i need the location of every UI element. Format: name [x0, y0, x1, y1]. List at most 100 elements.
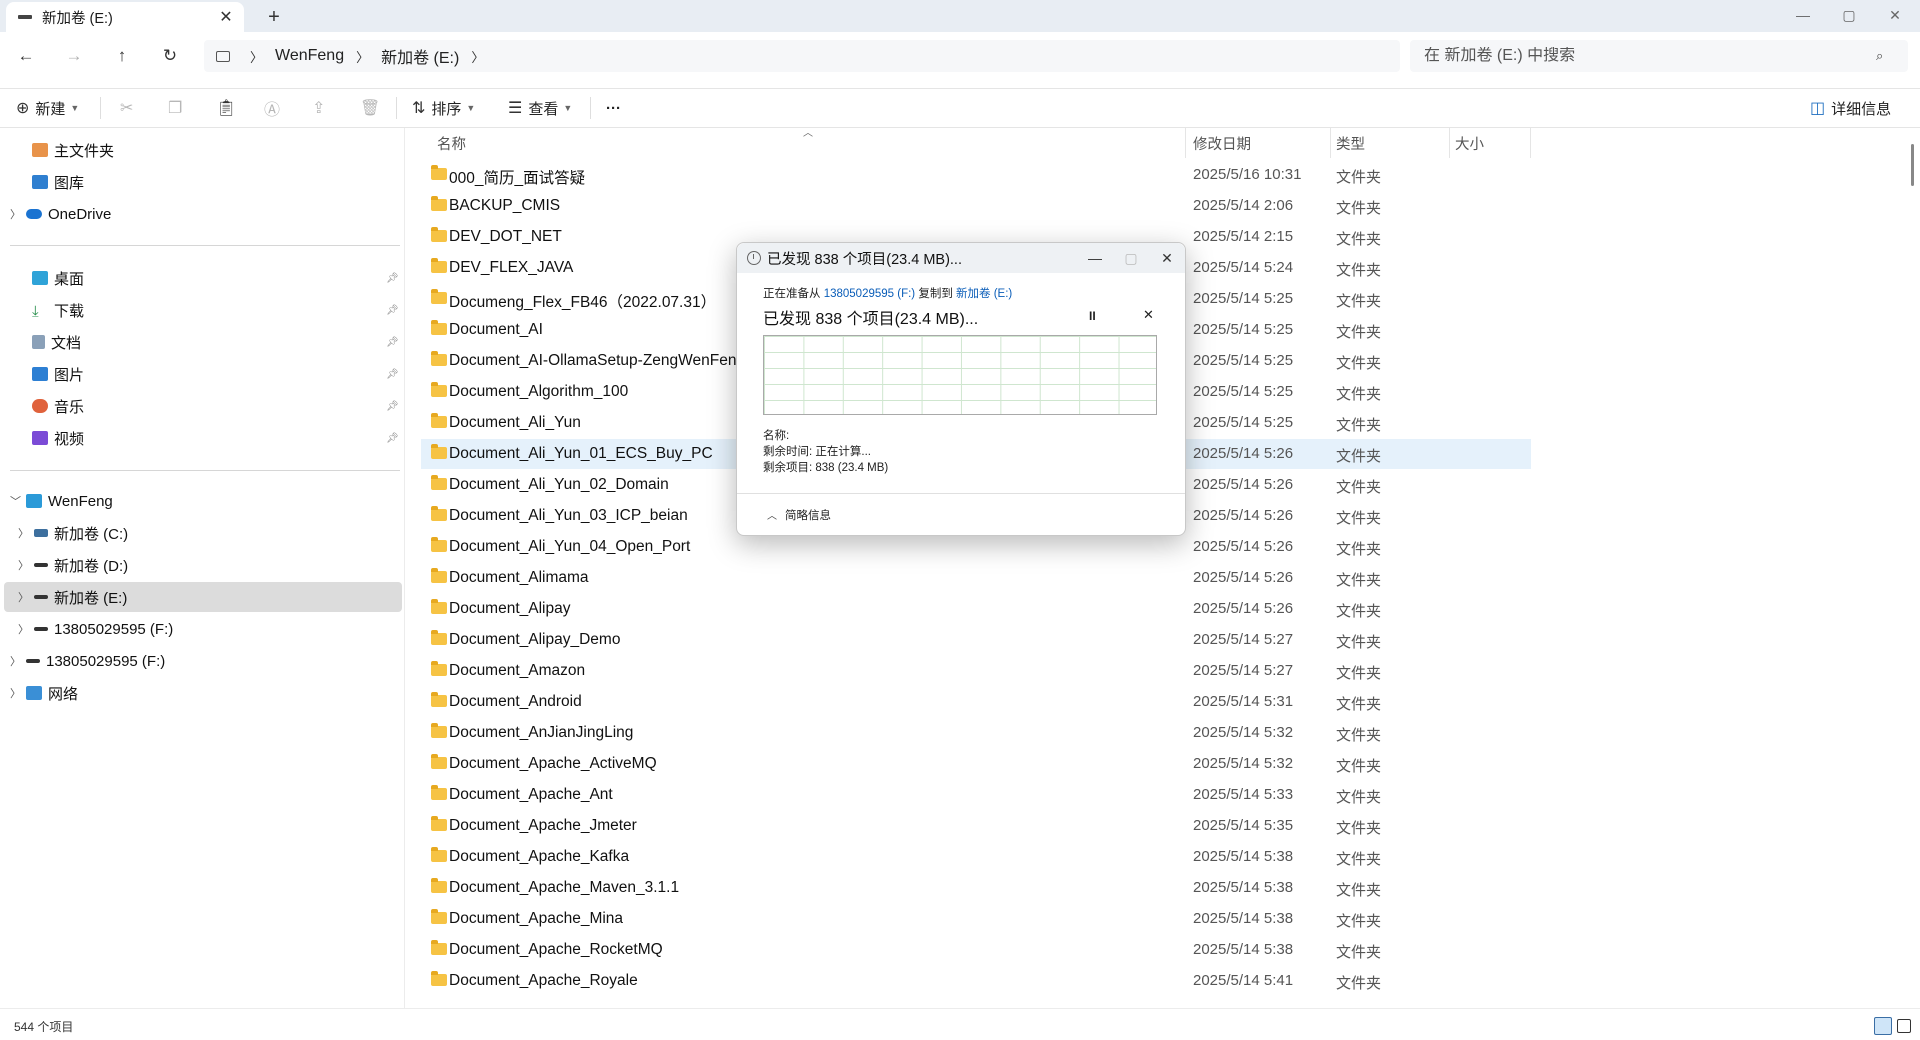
- tab-close-button[interactable]: ✕: [214, 5, 238, 29]
- less-details-button[interactable]: ︿ 简略信息: [767, 507, 831, 523]
- chevron-right-icon[interactable]: 〉: [18, 621, 34, 637]
- details-pane-button[interactable]: ◫ 详细信息: [1810, 89, 1891, 127]
- table-row[interactable]: BACKUP_CMIS 2025/5/14 2:06 文件夹: [421, 191, 1531, 221]
- column-header-size[interactable]: 大小: [1455, 128, 1525, 158]
- sidebar-item-drive-e[interactable]: 〉 新加卷 (E:): [18, 582, 127, 612]
- cancel-copy-button[interactable]: ✕: [1143, 307, 1154, 323]
- table-row[interactable]: 000_简历_面试答疑 2025/5/16 10:31 文件夹: [421, 160, 1531, 190]
- sidebar-item-removable-f[interactable]: 〉 13805029595 (F:): [10, 646, 165, 676]
- pin-icon[interactable]: 📌︎: [386, 401, 399, 412]
- table-row[interactable]: Document_Apache_Jmeter 2025/5/14 5:35 文件夹: [421, 811, 1531, 841]
- chevron-right-icon[interactable]: 〉: [18, 589, 34, 605]
- up-button[interactable]: ↑: [106, 40, 138, 72]
- table-row[interactable]: Document_Apache_RocketMQ 2025/5/14 5:38 文件…: [421, 935, 1531, 965]
- more-options-button[interactable]: ···: [606, 89, 621, 127]
- destination-link[interactable]: 新加卷 (E:): [956, 288, 1012, 300]
- dialog-close-button[interactable]: ✕: [1149, 243, 1185, 273]
- rename-button[interactable]: Ⓐ: [264, 89, 286, 127]
- table-row[interactable]: Document_Amazon 2025/5/14 5:27 文件夹: [421, 656, 1531, 686]
- sidebar-item-onedrive[interactable]: 〉 OneDrive: [10, 199, 111, 229]
- table-row[interactable]: Document_Apache_Maven_3.1.1 2025/5/14 5:3…: [421, 873, 1531, 903]
- sidebar-item-home[interactable]: 主文件夹: [16, 135, 114, 165]
- table-row[interactable]: Document_AnJianJingLing 2025/5/14 5:32 文件夹: [421, 718, 1531, 748]
- pause-button[interactable]: II: [1089, 309, 1096, 323]
- table-row[interactable]: Document_Apache_ActiveMQ 2025/5/14 5:32 文件…: [421, 749, 1531, 779]
- table-row[interactable]: Document_Alipay 2025/5/14 5:26 文件夹: [421, 594, 1531, 624]
- search-input[interactable]: [1424, 47, 1876, 65]
- dialog-minimize-button[interactable]: —: [1077, 243, 1113, 273]
- pin-icon[interactable]: 📌︎: [386, 369, 399, 380]
- cut-button[interactable]: ✂: [120, 89, 139, 127]
- column-divider[interactable]: [1530, 128, 1531, 158]
- sidebar-item-music[interactable]: 音乐 📌︎: [16, 391, 416, 421]
- sidebar-item-videos[interactable]: 视频 📌︎: [16, 423, 416, 453]
- sort-button[interactable]: ⇅ 排序 ▼: [412, 89, 475, 127]
- delete-button[interactable]: 🗑︎: [360, 89, 386, 127]
- close-window-button[interactable]: ✕: [1872, 0, 1918, 30]
- column-divider[interactable]: [1330, 128, 1331, 158]
- modified-date: 2025/5/14 5:35: [1193, 817, 1294, 834]
- minimize-button[interactable]: —: [1780, 0, 1826, 30]
- search-icon[interactable]: ⌕: [1876, 48, 1896, 64]
- file-name: Document_Ali_Yun_01_ECS_Buy_PC: [449, 445, 713, 462]
- sidebar-item-drive-c[interactable]: 〉 新加卷 (C:): [18, 518, 128, 548]
- chevron-right-icon[interactable]: 〉: [10, 653, 26, 669]
- sidebar-item-drive-f[interactable]: 〉 13805029595 (F:): [18, 614, 173, 644]
- sidebar-item-pictures[interactable]: 图片 📌︎: [16, 359, 416, 389]
- column-header-date[interactable]: 修改日期: [1193, 128, 1328, 158]
- breadcrumb[interactable]: 〉 WenFeng 〉 新加卷 (E:) 〉: [204, 40, 1400, 72]
- refresh-button[interactable]: ↻: [154, 40, 186, 72]
- dialog-maximize-button[interactable]: ▢: [1113, 243, 1149, 273]
- table-row[interactable]: Document_Android 2025/5/14 5:31 文件夹: [421, 687, 1531, 717]
- sidebar-item-documents[interactable]: 文档 📌︎: [16, 327, 416, 357]
- back-button[interactable]: ←: [10, 40, 42, 72]
- breadcrumb-item[interactable]: 新加卷 (E:): [381, 44, 459, 68]
- tiles-view-button[interactable]: [1897, 1019, 1911, 1033]
- chevron-right-icon[interactable]: 〉: [18, 525, 34, 541]
- chevron-down-icon[interactable]: ﹀: [10, 493, 26, 509]
- copy-button[interactable]: ❐: [168, 89, 188, 127]
- file-name: Document_Apache_Maven_3.1.1: [449, 879, 680, 896]
- sidebar-item-downloads[interactable]: ⤓ 下载 📌︎: [16, 295, 416, 325]
- chevron-right-icon[interactable]: 〉: [10, 685, 26, 701]
- pin-icon[interactable]: 📌︎: [386, 337, 399, 348]
- column-divider[interactable]: [1449, 128, 1450, 158]
- table-row[interactable]: Document_Apache_Royale 2025/5/14 5:41 文件夹: [421, 966, 1531, 996]
- vertical-scrollbar[interactable]: [1911, 144, 1914, 186]
- dialog-title-bar[interactable]: 已发现 838 个项目(23.4 MB)... — ▢ ✕: [737, 243, 1185, 273]
- table-row[interactable]: Document_Ali_Yun_04_Open_Port 2025/5/14 5…: [421, 532, 1531, 562]
- source-link[interactable]: 13805029595 (F:): [824, 288, 915, 300]
- pin-icon[interactable]: 📌︎: [386, 433, 399, 444]
- chevron-right-icon[interactable]: 〉: [18, 557, 34, 573]
- sidebar-item-this-pc[interactable]: ﹀ WenFeng: [10, 486, 113, 516]
- chevron-right-icon[interactable]: 〉: [10, 206, 26, 222]
- new-tab-button[interactable]: +: [260, 4, 288, 30]
- pin-icon[interactable]: 📌︎: [386, 305, 399, 316]
- view-button[interactable]: ☰ 查看 ▼: [508, 89, 572, 127]
- table-row[interactable]: Document_Alipay_Demo 2025/5/14 5:27 文件夹: [421, 625, 1531, 655]
- paste-button[interactable]: 📋︎: [216, 89, 242, 127]
- share-button[interactable]: ⇪: [312, 89, 331, 127]
- table-row[interactable]: Document_Apache_Kafka 2025/5/14 5:38 文件夹: [421, 842, 1531, 872]
- table-row[interactable]: Document_Apache_Mina 2025/5/14 5:38 文件夹: [421, 904, 1531, 934]
- tab-current[interactable]: 新加卷 (E:) ✕: [6, 2, 244, 32]
- forward-button[interactable]: →: [58, 40, 90, 72]
- pin-icon[interactable]: 📌︎: [386, 273, 399, 284]
- maximize-button[interactable]: ▢: [1826, 0, 1872, 30]
- table-row[interactable]: Document_Apache_Ant 2025/5/14 5:33 文件夹: [421, 780, 1531, 810]
- column-header-type[interactable]: 类型: [1336, 128, 1446, 158]
- sidebar-item-gallery[interactable]: 图库: [16, 167, 84, 197]
- column-header-name[interactable]: 名称: [437, 128, 1177, 158]
- column-divider[interactable]: [1185, 128, 1186, 158]
- dialog-title: 已发现 838 个项目(23.4 MB)...: [767, 251, 962, 268]
- modified-date: 2025/5/14 5:26: [1193, 507, 1294, 524]
- sidebar-item-drive-d[interactable]: 〉 新加卷 (D:): [18, 550, 128, 580]
- computer-icon: [26, 494, 42, 508]
- details-view-button[interactable]: [1874, 1017, 1892, 1035]
- sidebar-item-desktop[interactable]: 桌面 📌︎: [16, 263, 416, 293]
- new-button[interactable]: ⊕ 新建 ▼: [16, 89, 79, 127]
- sidebar-item-network[interactable]: 〉 网络: [10, 678, 78, 708]
- chevron-right-icon[interactable]: 〉: [471, 47, 484, 66]
- breadcrumb-item[interactable]: WenFeng: [275, 47, 344, 65]
- table-row[interactable]: Document_Alimama 2025/5/14 5:26 文件夹: [421, 563, 1531, 593]
